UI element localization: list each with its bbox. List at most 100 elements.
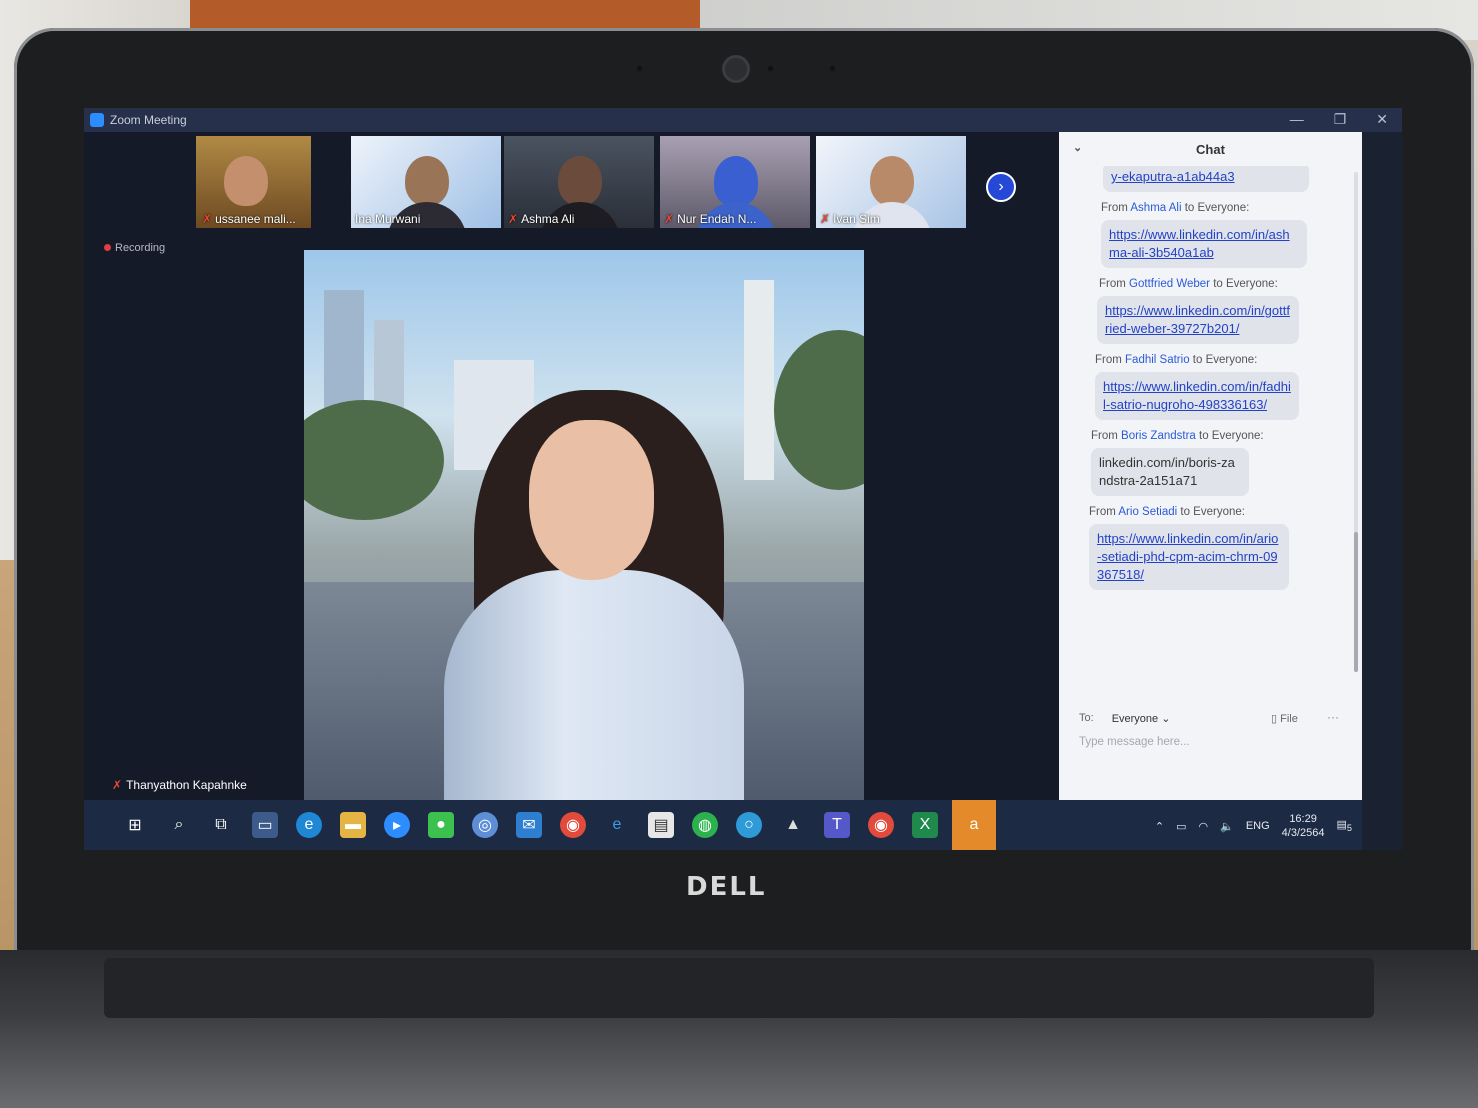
- chat-message-link[interactable]: y-ekaputra-a1ab44a3: [1103, 166, 1309, 192]
- internet-explorer-icon[interactable]: e: [604, 812, 630, 838]
- system-tray: ⌃ ▭ ◠ 🔈 ENG 16:29 4/3/2564 ▤5: [1155, 812, 1352, 840]
- recording-dot-icon: [104, 244, 111, 251]
- mic-muted-icon: ✗: [820, 212, 831, 226]
- window-title: Zoom Meeting: [110, 113, 187, 127]
- chrome-icon[interactable]: ◉: [560, 812, 586, 838]
- person-face: [529, 420, 654, 580]
- task-view-icon[interactable]: ⧉: [208, 812, 234, 838]
- notification-count: 5: [1346, 823, 1352, 834]
- chat-message-link[interactable]: https://www.linkedin.com/in/gottfried-we…: [1097, 296, 1299, 344]
- store-icon[interactable]: ▤: [648, 812, 674, 838]
- participant-name: ✗ Nur Endah N...: [664, 212, 757, 226]
- network-icon[interactable]: ◎: [472, 812, 498, 838]
- chat-message-link[interactable]: https://www.linkedin.com/in/ario-setiadi…: [1089, 524, 1289, 590]
- dell-logo: DELL: [686, 872, 767, 902]
- wechat-icon[interactable]: ◍: [692, 812, 718, 838]
- search-icon[interactable]: ⌕: [166, 812, 192, 838]
- person-shirt: [444, 570, 744, 802]
- chat-sender: From Ashma Ali to Everyone:: [1101, 202, 1250, 214]
- chat-sender: From Gottfried Weber to Everyone:: [1099, 278, 1278, 290]
- screen: Zoom Meeting — ❐ ✕ ✗ ussanee mali... Ina …: [84, 108, 1402, 850]
- participant-video: [224, 156, 268, 206]
- notification-icon[interactable]: ▤5: [1337, 818, 1353, 833]
- participant-name: ✗ Ashma Ali: [508, 212, 575, 226]
- chat-messages[interactable]: y-ekaputra-a1ab44a3 From Ashma Ali to Ev…: [1059, 166, 1362, 674]
- chat-recipient: To: Everyone ⌄: [1079, 712, 1170, 725]
- teams-icon[interactable]: T: [824, 812, 850, 838]
- mic-muted-icon: ✗: [508, 212, 519, 226]
- close-button[interactable]: ✕: [1376, 111, 1388, 128]
- avast-icon[interactable]: a: [952, 800, 996, 850]
- chat-input[interactable]: Type message here...: [1079, 736, 1190, 748]
- recording-indicator: Recording: [104, 242, 165, 254]
- tree: [774, 330, 864, 490]
- chat-header: ⌄ Chat: [1059, 132, 1362, 166]
- desktop-icon[interactable]: ▭: [252, 812, 278, 838]
- chat-sender: From Boris Zandstra to Everyone:: [1091, 430, 1264, 442]
- participant-tile[interactable]: ✗ Ashma Ali: [504, 136, 654, 228]
- participant-tile[interactable]: ✗ ussanee mali...: [196, 136, 311, 228]
- acrobat-icon[interactable]: ▲: [780, 812, 806, 838]
- line-icon[interactable]: ●: [428, 812, 454, 838]
- chrome-icon[interactable]: ◉: [868, 812, 894, 838]
- self-name-label: ✗ Thanyathon Kapahnke: [112, 778, 247, 792]
- building: [744, 280, 774, 480]
- wifi-icon[interactable]: ◠: [1199, 820, 1209, 833]
- battery-icon[interactable]: ▭: [1176, 820, 1186, 833]
- tree: [304, 400, 444, 520]
- to-label: To:: [1079, 712, 1094, 724]
- chevron-down-icon[interactable]: ⌄: [1073, 141, 1082, 154]
- chat-message: linkedin.com/in/boris-zandstra-2a151a71: [1091, 448, 1249, 496]
- clock-date: 4/3/2564: [1281, 827, 1325, 839]
- mail-icon[interactable]: ✉: [516, 812, 542, 838]
- video-stage: ✗ ussanee mali... Ina Murwani ✗ Ashma Ali …: [84, 132, 1059, 802]
- webcam: [722, 55, 750, 83]
- chat-sender: From Ario Setiadi to Everyone:: [1089, 506, 1245, 518]
- title-bar: Zoom Meeting — ❐ ✕: [84, 108, 1402, 132]
- chevron-up-icon[interactable]: ⌃: [1155, 820, 1164, 833]
- mic-muted-icon: ✗: [202, 212, 213, 226]
- mic-muted-icon: ✗: [112, 778, 123, 792]
- participant-video: [558, 156, 602, 206]
- clock[interactable]: 16:29 4/3/2564: [1282, 812, 1325, 840]
- mic-muted-icon: ✗: [664, 212, 675, 226]
- participant-video: [870, 156, 914, 206]
- app-icon[interactable]: ○: [736, 812, 762, 838]
- zoom-icon: [90, 113, 104, 127]
- chat-scrollbar[interactable]: [1354, 172, 1358, 672]
- next-page-button[interactable]: ›: [986, 172, 1016, 202]
- file-icon: ▯: [1271, 713, 1281, 725]
- participant-strip: ✗ ussanee mali... Ina Murwani ✗ Ashma Ali …: [84, 136, 1059, 228]
- active-speaker-video: [304, 250, 864, 802]
- file-explorer-icon[interactable]: ▬: [340, 812, 366, 838]
- chat-sender: From Fadhil Satrio to Everyone:: [1095, 354, 1258, 366]
- more-options-button[interactable]: ···: [1327, 710, 1339, 724]
- windows-taskbar: ⊞ ⌕ ⧉ ▭ e ▬ ▸ ● ◎ ✉ ◉ e ▤ ◍ ○ ▲ T ◉ X a …: [84, 800, 1362, 850]
- participant-video: [714, 156, 758, 206]
- participant-tile[interactable]: ✗ Nur Endah N...: [660, 136, 810, 228]
- participant-name: ✗ Ivan Sim: [820, 212, 880, 226]
- maximize-button[interactable]: ❐: [1334, 111, 1347, 128]
- excel-icon[interactable]: X: [912, 812, 938, 838]
- minimize-button[interactable]: —: [1290, 111, 1304, 128]
- scrollbar-thumb[interactable]: [1354, 532, 1358, 672]
- participant-video: [405, 156, 449, 206]
- sensor-dot: [637, 66, 642, 71]
- language-indicator[interactable]: ENG: [1246, 820, 1270, 832]
- clock-time: 16:29: [1289, 813, 1317, 825]
- laptop-hinge: [104, 958, 1374, 1018]
- windows-start-icon[interactable]: ⊞: [122, 812, 148, 838]
- sensor-dot: [768, 66, 773, 71]
- chat-panel: ⌄ Chat y-ekaputra-a1ab44a3 From Ashma Al…: [1059, 132, 1362, 800]
- chat-message-link[interactable]: https://www.linkedin.com/in/ashma-ali-3b…: [1101, 220, 1307, 268]
- recipient-dropdown[interactable]: Everyone ⌄: [1112, 712, 1171, 725]
- volume-icon[interactable]: 🔈: [1220, 820, 1234, 833]
- edge-icon[interactable]: e: [296, 812, 322, 838]
- participant-name: Ina Murwani: [355, 212, 421, 226]
- participant-name: ✗ ussanee mali...: [202, 212, 296, 226]
- zoom-icon[interactable]: ▸: [384, 812, 410, 838]
- chat-message-link[interactable]: https://www.linkedin.com/in/fadhil-satri…: [1095, 372, 1299, 420]
- file-button[interactable]: ▯ File: [1271, 712, 1298, 725]
- participant-tile[interactable]: Ina Murwani: [351, 136, 501, 228]
- participant-tile[interactable]: ✗ Ivan Sim: [816, 136, 966, 228]
